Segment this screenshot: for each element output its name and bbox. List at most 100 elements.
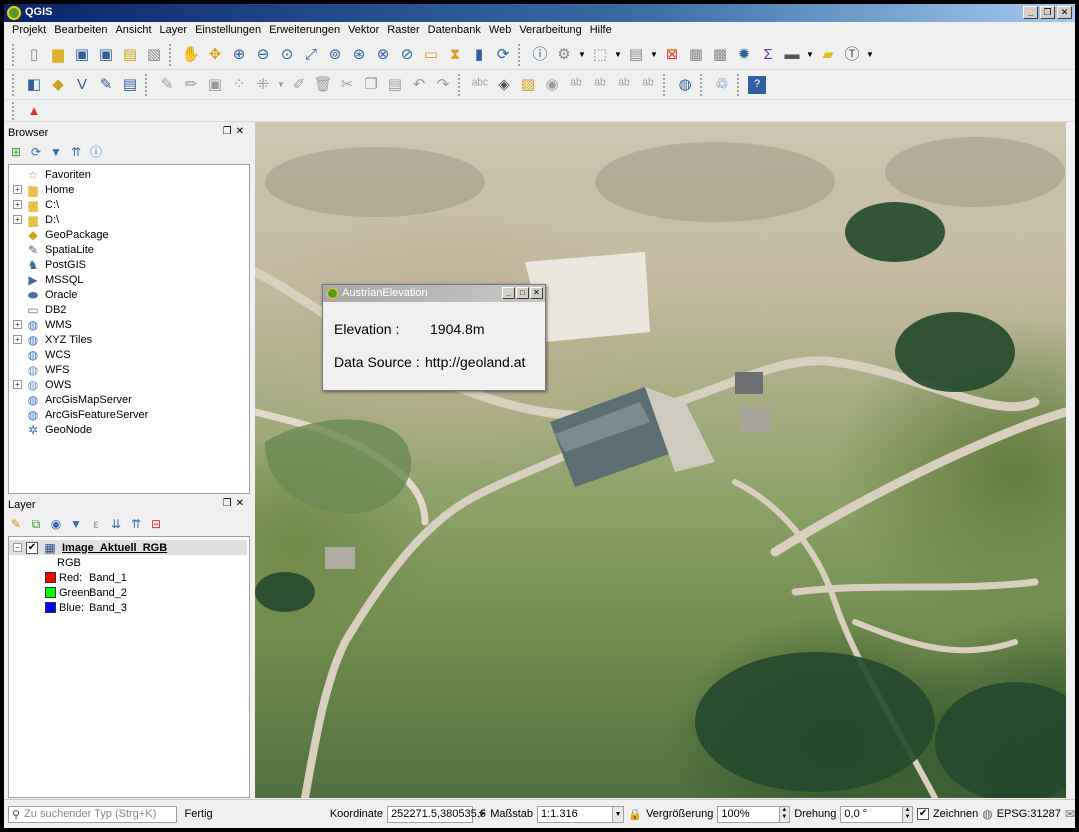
- move-label-icon[interactable]: ᵃᵇ: [565, 74, 587, 96]
- add-group-icon[interactable]: ⧉: [28, 516, 44, 532]
- close-button[interactable]: ✕: [1057, 6, 1072, 19]
- restore-button[interactable]: ❐: [1040, 6, 1055, 19]
- menu-erweiterungen[interactable]: Erweiterungen: [265, 22, 344, 40]
- help-icon[interactable]: ?: [748, 75, 766, 94]
- browser-item[interactable]: ✎ SpatiaLite: [9, 242, 249, 257]
- info-icon[interactable]: ⓘ: [88, 144, 104, 160]
- save-edits-icon[interactable]: ▣: [204, 74, 226, 96]
- undo-icon[interactable]: ↶: [408, 74, 430, 96]
- style-brush-icon[interactable]: ✎: [8, 516, 24, 532]
- browser-item[interactable]: ◆ GeoPackage: [9, 227, 249, 242]
- filter-expression-icon[interactable]: ε: [88, 516, 104, 532]
- browser-item[interactable]: + ▆ D:\: [9, 212, 249, 227]
- identify-icon[interactable]: ⓘ: [529, 44, 551, 66]
- toolbar-grip[interactable]: [737, 73, 742, 96]
- menu-layer[interactable]: Layer: [156, 22, 192, 40]
- browser-item[interactable]: ✲ GeoNode: [9, 422, 249, 437]
- filter-icon[interactable]: ▼: [48, 144, 64, 160]
- add-layer-icon[interactable]: ◆: [47, 74, 69, 96]
- select-features-icon[interactable]: ⬚: [589, 44, 611, 66]
- save-as-icon[interactable]: ▣: [95, 44, 117, 66]
- menu-projekt[interactable]: Projekt: [8, 22, 50, 40]
- rotation-field[interactable]: 0,0 °: [840, 805, 903, 823]
- expand-icon[interactable]: +: [13, 335, 22, 344]
- browser-item[interactable]: ◍ WCS: [9, 347, 249, 362]
- toggle-editing-icon[interactable]: ✏: [180, 74, 202, 96]
- new-project-icon[interactable]: ▯: [23, 44, 45, 66]
- temporal-controller-icon[interactable]: ⧗: [444, 44, 466, 66]
- rotation-spinner[interactable]: ▲ ▼: [901, 805, 914, 823]
- menu-bearbeiten[interactable]: Bearbeiten: [50, 22, 111, 40]
- bookmark-icon[interactable]: ▮: [468, 44, 490, 66]
- panel-float-close-icon[interactable]: ❐✕: [223, 498, 248, 509]
- toolbar-grip[interactable]: [169, 43, 174, 66]
- menu-vektor[interactable]: Vektor: [344, 22, 383, 40]
- magnifier-spinner[interactable]: ▲ ▼: [778, 805, 791, 823]
- label-icon[interactable]: ᵃᵇᶜ: [469, 74, 491, 96]
- collapse-all-icon[interactable]: ⇈: [128, 516, 144, 532]
- add-feature-icon[interactable]: ⁘: [228, 74, 250, 96]
- expand-icon[interactable]: +: [13, 380, 22, 389]
- layer-labeling-icon[interactable]: ◈: [493, 74, 515, 96]
- render-checkbox[interactable]: ✔: [917, 808, 929, 820]
- modify-attributes-icon[interactable]: ✐: [288, 74, 310, 96]
- toolbar-grip[interactable]: [145, 73, 150, 96]
- collapse-all-icon[interactable]: ⇈: [68, 144, 84, 160]
- edit-pencil-icon[interactable]: ✎: [156, 74, 178, 96]
- messages-icon[interactable]: ✉: [1065, 807, 1075, 821]
- toolbar-grip[interactable]: [663, 73, 668, 96]
- pan-hand-icon[interactable]: ✋: [180, 44, 202, 66]
- browser-item[interactable]: ♞ PostGIS: [9, 257, 249, 272]
- plugin-globe-icon[interactable]: ◍: [674, 74, 696, 96]
- chevron-down-icon[interactable]: ▼: [577, 44, 587, 66]
- deselect-icon[interactable]: ⊠: [661, 44, 683, 66]
- data-source-manager-icon[interactable]: ◧: [23, 74, 45, 96]
- toolbar-grip[interactable]: [12, 101, 17, 120]
- menu-web[interactable]: Web: [485, 22, 515, 40]
- toolbar-grip[interactable]: [518, 43, 523, 66]
- minimize-button[interactable]: _: [1023, 6, 1038, 19]
- crs-globe-icon[interactable]: ◍: [982, 807, 992, 821]
- python-console-icon[interactable]: ♲: [711, 74, 733, 96]
- browser-item[interactable]: + ▆ Home: [9, 182, 249, 197]
- browser-item[interactable]: ◍ ArcGisMapServer: [9, 392, 249, 407]
- browser-item[interactable]: + ◍ OWS: [9, 377, 249, 392]
- add-vector-icon[interactable]: V: [71, 74, 93, 96]
- map-tips-icon[interactable]: ▰: [817, 44, 839, 66]
- expand-icon[interactable]: +: [13, 200, 22, 209]
- layer-row[interactable]: − ✔ ▦ Image_Aktuell_RGB: [9, 540, 247, 555]
- chevron-down-icon[interactable]: ▼: [611, 805, 625, 823]
- pin-labels-icon[interactable]: ▨: [517, 74, 539, 96]
- add-selected-layers-icon[interactable]: ⊞: [8, 144, 24, 160]
- coordinate-field[interactable]: 252271.5,380535.6: [387, 805, 486, 823]
- remove-layer-icon[interactable]: ⊟: [148, 516, 164, 532]
- text-annotation-icon[interactable]: Ⓣ: [841, 44, 863, 66]
- attribute-table-icon[interactable]: ▦: [685, 44, 707, 66]
- menu-einstellungen[interactable]: Einstellungen: [191, 22, 265, 40]
- browser-item[interactable]: ◍ ArcGisFeatureServer: [9, 407, 249, 422]
- magnifier-field[interactable]: 100%: [717, 805, 780, 823]
- popup-maximize-button[interactable]: □: [516, 287, 529, 299]
- visibility-eye-icon[interactable]: ◉: [48, 516, 64, 532]
- layout-manager-icon[interactable]: ▧: [143, 44, 165, 66]
- copy-icon[interactable]: ❐: [360, 74, 382, 96]
- browser-item[interactable]: + ◍ XYZ Tiles: [9, 332, 249, 347]
- scale-field[interactable]: 1:1.316: [537, 805, 613, 823]
- lock-scale-icon[interactable]: 🔒: [628, 808, 642, 821]
- refresh-icon[interactable]: ⟳: [28, 144, 44, 160]
- elevation-plugin-icon[interactable]: ▲: [23, 100, 45, 122]
- menu-verarbeitung[interactable]: Verarbeitung: [515, 22, 585, 40]
- zoom-native-icon[interactable]: ⊙: [276, 44, 298, 66]
- pan-to-selection-icon[interactable]: ✥: [204, 44, 226, 66]
- toggle-extents-icon[interactable]: ⚡: [477, 806, 486, 822]
- filter-legend-icon[interactable]: ▼: [68, 516, 84, 532]
- toolbar-grip[interactable]: [12, 73, 17, 96]
- rotate-label-icon[interactable]: ᵃᵇ: [589, 74, 611, 96]
- browser-item[interactable]: ☆ Favoriten: [9, 167, 249, 182]
- browser-item[interactable]: ⬬ Oracle: [9, 287, 249, 302]
- show-hide-labels-icon[interactable]: ᵃᵇ: [637, 74, 659, 96]
- browser-item[interactable]: ◍ WFS: [9, 362, 249, 377]
- run-action-icon[interactable]: ⚙: [553, 44, 575, 66]
- menu-ansicht[interactable]: Ansicht: [111, 22, 155, 40]
- add-wms-icon[interactable]: ▤: [119, 74, 141, 96]
